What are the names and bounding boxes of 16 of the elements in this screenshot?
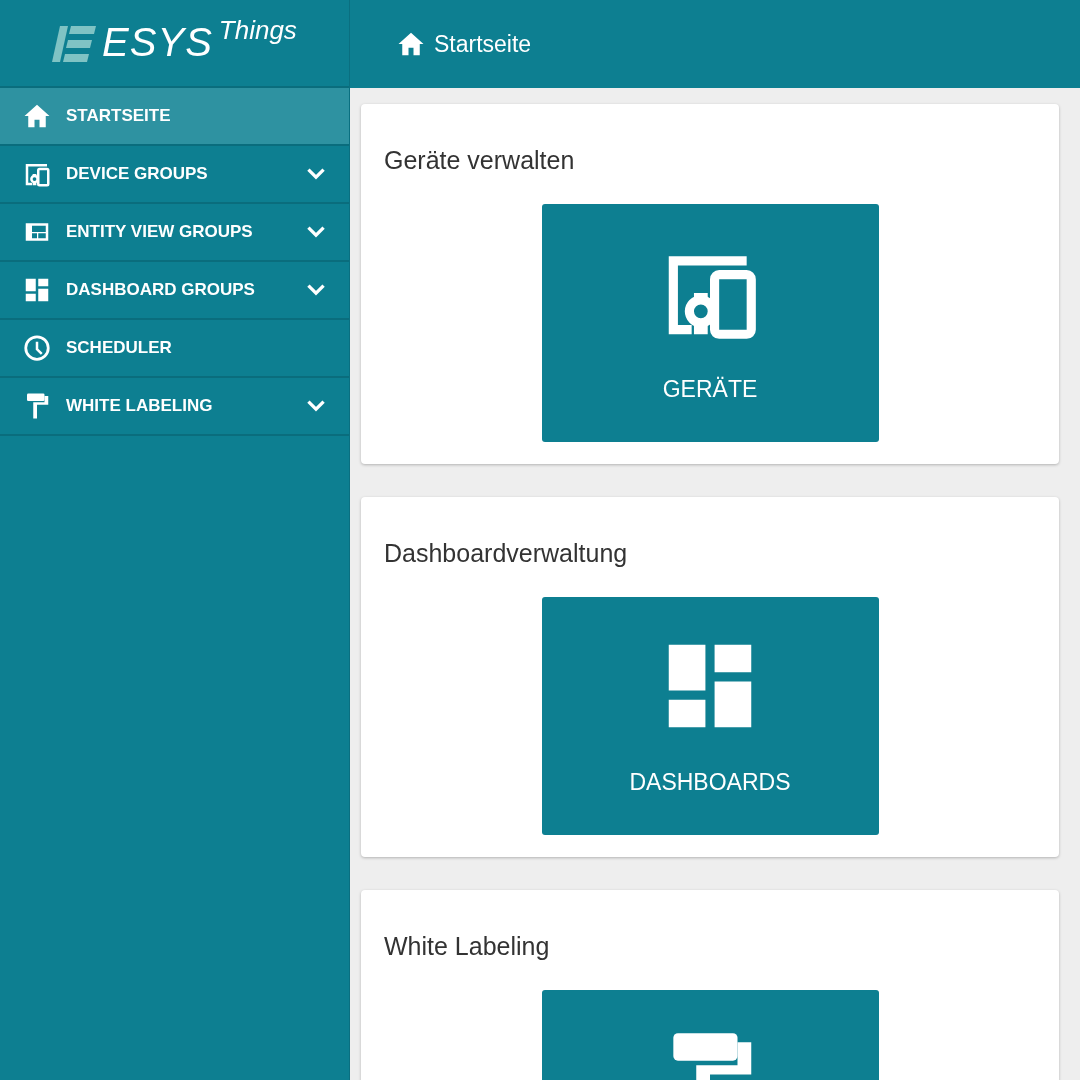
clock-icon (22, 333, 52, 363)
section-title: White Labeling (384, 931, 551, 962)
nav-item[interactable]: DASHBOARD GROUPS (0, 262, 349, 320)
nav-item[interactable]: ENTITY VIEW GROUPS (0, 204, 349, 262)
logo-text: ESYS (102, 19, 213, 66)
logo-mark-icon (52, 26, 97, 62)
nav-item[interactable]: SCHEDULER (0, 320, 349, 378)
tile-button[interactable]: GERÄTE (541, 204, 879, 442)
nav-item[interactable]: WHITE LABELING (0, 378, 349, 436)
nav-item[interactable]: STARTSEITE (0, 88, 349, 146)
logo-subtitle: Things (218, 16, 297, 44)
tile-button[interactable]: DASHBOARDS (541, 597, 879, 835)
section-title: Geräte verwalten (384, 145, 576, 176)
page-title: Startseite (434, 29, 532, 59)
nav-item[interactable]: DEVICE GROUPS (0, 146, 349, 204)
section-title: Dashboardverwaltung (384, 538, 629, 569)
